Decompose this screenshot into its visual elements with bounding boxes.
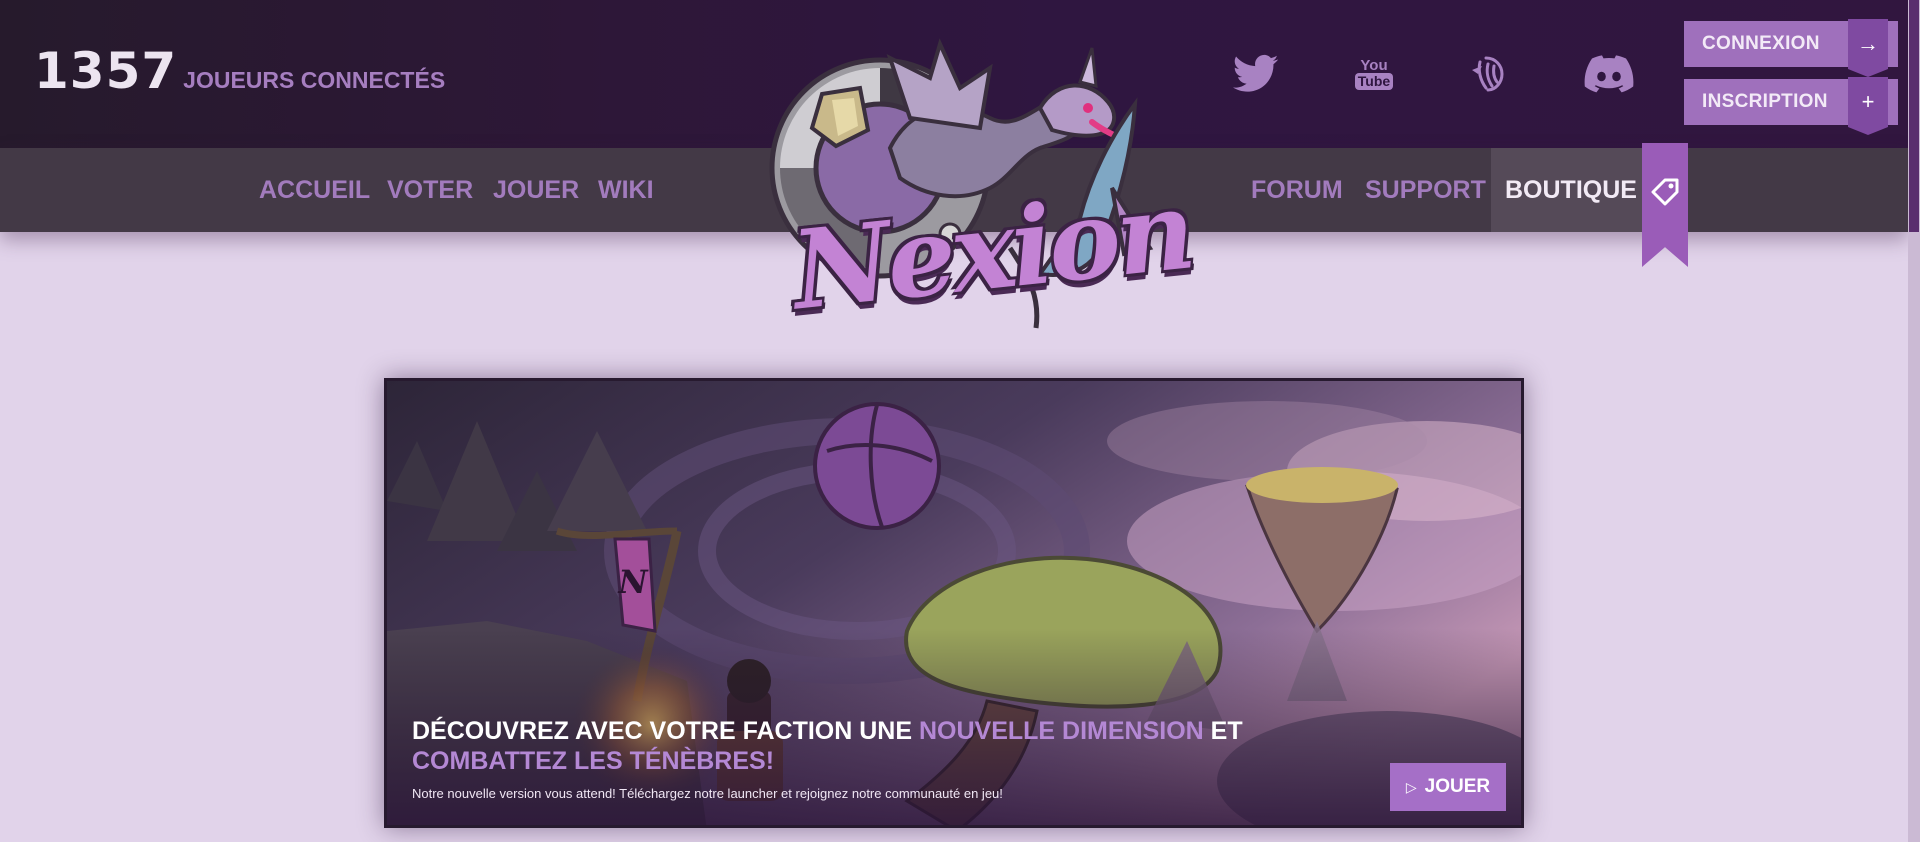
connexion-button[interactable]: CONNEXION → <box>1684 19 1898 77</box>
play-button[interactable]: ▷ JOUER <box>1390 763 1506 811</box>
nav-wiki[interactable]: WIKI <box>598 148 654 232</box>
hero-title-highlight: COMBATTEZ LES TÉNÈBRES! <box>412 747 775 775</box>
nav-forum[interactable]: FORUM <box>1251 148 1343 232</box>
player-count-label: JOUEURS CONNECTÉS <box>183 67 446 93</box>
arrow-right-icon: → <box>1848 19 1888 77</box>
plus-icon: + <box>1848 77 1888 135</box>
hero-subtitle: Notre nouvelle version vous attend! Télé… <box>412 786 1003 801</box>
nav-voter[interactable]: VOTER <box>387 148 473 232</box>
play-icon: ▷ <box>1405 778 1417 795</box>
hero-banner: N DÉCOUVREZ AVEC VOTRE FACTION UNE NOUVE… <box>384 378 1524 828</box>
inscription-button[interactable]: INSCRIPTION + <box>1684 77 1898 135</box>
scrollbar-track[interactable] <box>1908 0 1920 842</box>
hero-title-highlight: NOUVELLE DIMENSION <box>918 717 1204 745</box>
youtube-icon[interactable]: You Tube <box>1350 50 1398 98</box>
nav-jouer[interactable]: JOUER <box>493 148 579 232</box>
hero-title: DÉCOUVREZ AVEC VOTRE FACTION UNE NOUVELL… <box>412 717 1243 775</box>
nexion-logo[interactable]: Nexion <box>740 38 1197 338</box>
shop-tag-ribbon[interactable] <box>1642 143 1688 267</box>
twitter-icon[interactable] <box>1232 50 1280 98</box>
play-button-label: JOUER <box>1424 776 1491 797</box>
online-players: 1357 JOUEURS CONNECTÉS <box>34 42 445 100</box>
player-count: 1357 <box>34 42 178 100</box>
nav-accueil[interactable]: ACCUEIL <box>259 148 370 232</box>
nav-support[interactable]: SUPPORT <box>1365 148 1486 232</box>
nav-boutique[interactable]: BOUTIQUE <box>1491 148 1651 232</box>
discord-icon[interactable] <box>1583 50 1635 98</box>
price-tag-icon <box>1651 178 1679 206</box>
curseforge-icon[interactable] <box>1464 50 1512 98</box>
scrollbar-thumb[interactable] <box>1909 0 1919 232</box>
